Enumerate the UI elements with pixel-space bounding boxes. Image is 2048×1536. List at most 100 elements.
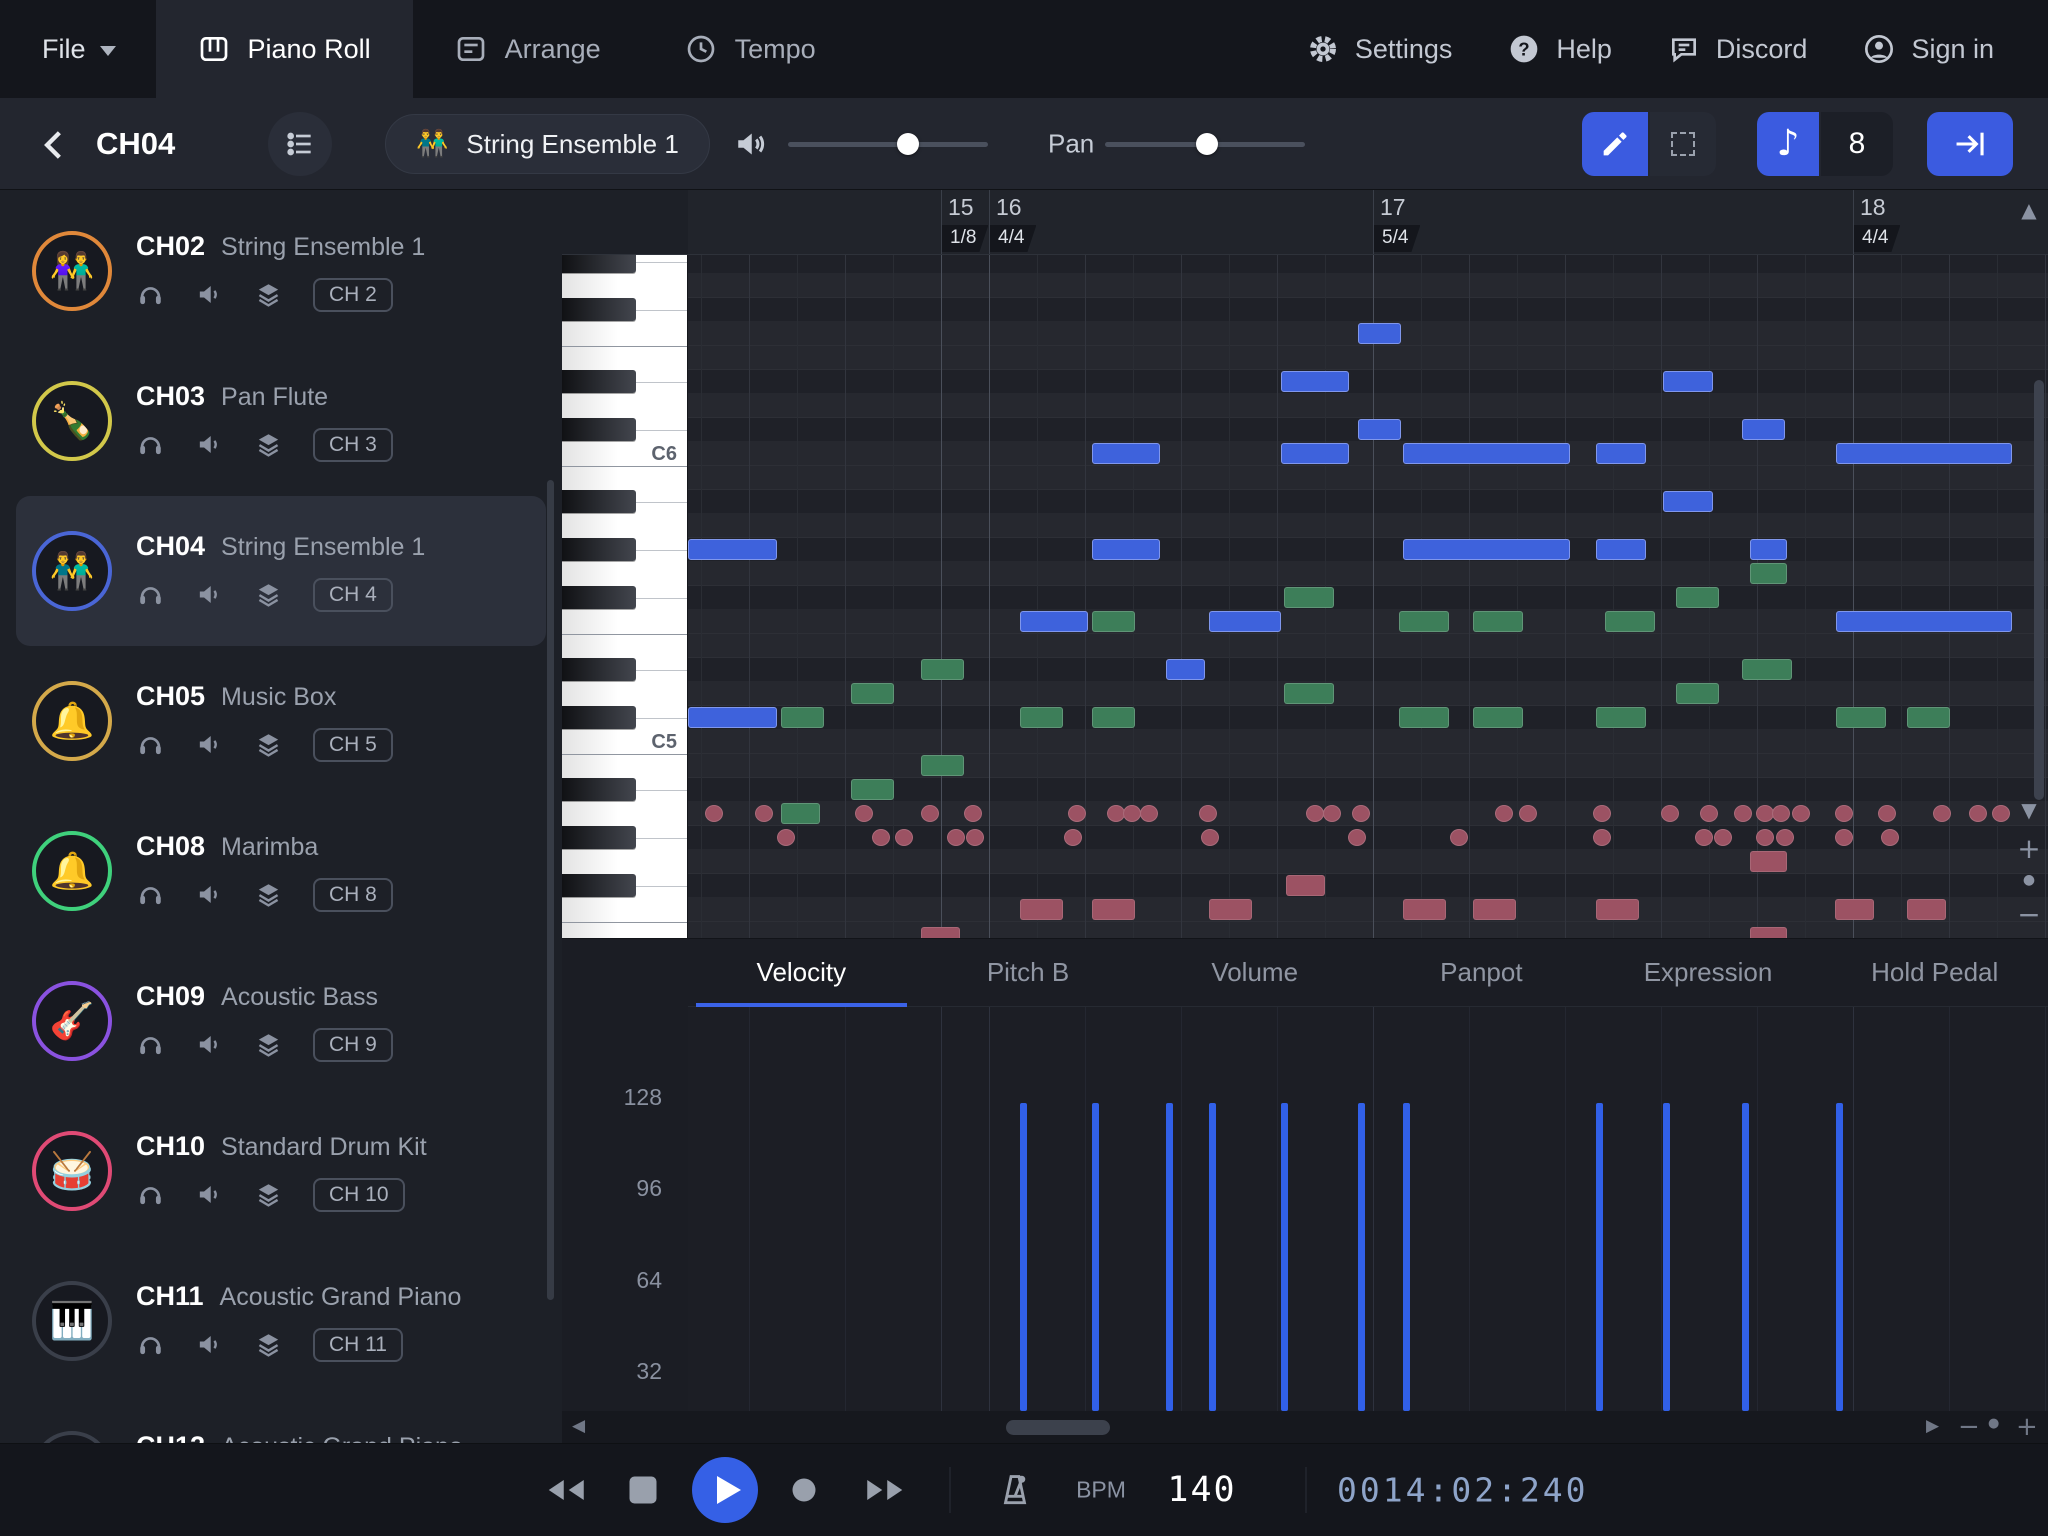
midi-note-ghost-red[interactable]	[1750, 851, 1787, 872]
velocity-bar[interactable]	[1358, 1103, 1365, 1411]
midi-note-ghost-green[interactable]	[1092, 611, 1135, 632]
midi-note-ghost-green[interactable]	[1399, 611, 1449, 632]
midi-note-ghost-green[interactable]	[921, 659, 964, 680]
midi-note-ghost-green[interactable]	[851, 683, 894, 704]
midi-note-selected[interactable]	[1092, 443, 1160, 464]
midi-note-selected[interactable]	[1596, 539, 1646, 560]
velocity-graph[interactable]	[688, 1007, 2048, 1411]
velocity-bar[interactable]	[1092, 1103, 1099, 1411]
midi-note-drum[interactable]	[895, 829, 913, 846]
metronome-icon[interactable]	[996, 1471, 1034, 1509]
timeline-ruler[interactable]: 151/8164/4175/4184/4	[688, 190, 2048, 255]
midi-note-drum[interactable]	[1695, 829, 1713, 846]
scroll-up-button[interactable]: ▲	[2014, 198, 2044, 222]
midi-note-ghost-green[interactable]	[1473, 611, 1523, 632]
midi-note-ghost-red[interactable]	[921, 927, 960, 938]
midi-note-drum[interactable]	[1348, 829, 1366, 846]
nav-tab-piano-roll[interactable]: Piano Roll	[156, 0, 413, 98]
midi-note-ghost-green[interactable]	[1907, 707, 1950, 728]
midi-note-drum[interactable]	[1068, 805, 1086, 822]
midi-note-ghost-green[interactable]	[781, 803, 820, 824]
midi-note-ghost-green[interactable]	[1750, 563, 1787, 584]
midi-note-ghost-red[interactable]	[1020, 899, 1063, 920]
headphones-icon[interactable]	[136, 1330, 165, 1359]
midi-note-selected[interactable]	[1166, 659, 1205, 680]
midi-note-selected[interactable]	[1403, 539, 1570, 560]
midi-note-drum[interactable]	[1756, 829, 1774, 846]
midi-note-drum[interactable]	[1835, 805, 1853, 822]
midi-note-ghost-green[interactable]	[1596, 707, 1646, 728]
track-item-ch02[interactable]: 👫 CH02 String Ensemble 1 CH 2	[16, 196, 546, 346]
speaker-icon[interactable]	[195, 280, 224, 309]
midi-note-drum[interactable]	[1878, 805, 1896, 822]
midi-note-ghost-red[interactable]	[1286, 875, 1325, 896]
midi-note-ghost-red[interactable]	[1907, 899, 1946, 920]
speaker-icon[interactable]	[195, 730, 224, 759]
piano-key-black[interactable]	[562, 490, 636, 513]
horizontal-scrollbar-thumb[interactable]	[1006, 1420, 1110, 1435]
midi-note-selected[interactable]	[1358, 323, 1401, 344]
midi-note-ghost-green[interactable]	[1020, 707, 1063, 728]
zoom-in-vertical-button[interactable]: +	[2014, 832, 2044, 865]
midi-note-selected[interactable]	[1281, 443, 1349, 464]
midi-note-drum[interactable]	[1992, 805, 2010, 822]
scroll-down-button[interactable]: ▼	[2014, 798, 2044, 822]
piano-key-black[interactable]	[562, 658, 636, 681]
midi-note-selected[interactable]	[1092, 539, 1160, 560]
midi-note-drum[interactable]	[1661, 805, 1679, 822]
speaker-icon[interactable]	[195, 1180, 224, 1209]
nav-action-help[interactable]: ? Help	[1480, 0, 1640, 98]
midi-note-selected[interactable]	[1750, 539, 1787, 560]
velocity-bar[interactable]	[1166, 1103, 1173, 1411]
record-button[interactable]	[793, 1479, 816, 1502]
forward-button[interactable]	[863, 1475, 909, 1505]
midi-note-drum[interactable]	[1199, 805, 1217, 822]
midi-note-selected[interactable]	[1742, 419, 1785, 440]
headphones-icon[interactable]	[136, 280, 165, 309]
bpm-value[interactable]: 140	[1167, 1470, 1236, 1510]
zoom-out-horizontal-button[interactable]: −	[1958, 1412, 1980, 1442]
midi-note-drum[interactable]	[777, 829, 795, 846]
midi-note-drum[interactable]	[1933, 805, 1951, 822]
piano-key-black[interactable]	[562, 826, 636, 849]
piano-key-black[interactable]	[562, 778, 636, 801]
zoom-reset-horizontal-button[interactable]: ●	[1988, 1416, 1999, 1431]
sidebar-scrollbar[interactable]	[547, 480, 554, 1300]
zoom-reset-vertical-button[interactable]: ●	[2014, 872, 2044, 888]
scroll-left-button[interactable]: ◀	[572, 1416, 585, 1436]
pan-knob[interactable]	[1196, 133, 1218, 155]
midi-note-drum[interactable]	[1969, 805, 1987, 822]
track-item-ch08[interactable]: 🔔 CH08 Marimba CH 8	[16, 796, 546, 946]
nav-tab-tempo[interactable]: Tempo	[643, 0, 858, 98]
layers-icon[interactable]	[254, 1030, 283, 1059]
midi-note-ghost-red[interactable]	[1092, 899, 1135, 920]
stop-button[interactable]	[630, 1477, 657, 1504]
layers-icon[interactable]	[254, 430, 283, 459]
back-button[interactable]	[34, 124, 76, 166]
layers-icon[interactable]	[254, 730, 283, 759]
headphones-icon[interactable]	[136, 730, 165, 759]
headphones-icon[interactable]	[136, 880, 165, 909]
midi-note-selected[interactable]	[688, 539, 777, 560]
time-signature-badge[interactable]: 4/4	[1854, 225, 1900, 252]
track-item-ch03[interactable]: 🍾 CH03 Pan Flute CH 3	[16, 346, 546, 496]
headphones-icon[interactable]	[136, 430, 165, 459]
piano-keys[interactable]: C6C5	[562, 255, 688, 938]
midi-note-ghost-green[interactable]	[1399, 707, 1449, 728]
midi-note-ghost-green[interactable]	[1676, 587, 1719, 608]
midi-note-drum[interactable]	[1593, 829, 1611, 846]
piano-key-black[interactable]	[562, 874, 636, 897]
midi-note-drum[interactable]	[964, 805, 982, 822]
layers-icon[interactable]	[254, 280, 283, 309]
controls-tab-hold-pedal[interactable]: Hold Pedal	[1821, 939, 2048, 1006]
piano-key-black[interactable]	[562, 706, 636, 729]
midi-note-drum[interactable]	[1772, 805, 1790, 822]
scroll-right-button[interactable]: ▶	[1926, 1416, 1939, 1436]
midi-note-drum[interactable]	[705, 805, 723, 822]
midi-note-drum[interactable]	[1123, 805, 1141, 822]
velocity-bar[interactable]	[1836, 1103, 1843, 1411]
midi-note-drum[interactable]	[1140, 805, 1158, 822]
time-signature-badge[interactable]: 5/4	[1374, 225, 1420, 252]
nav-tab-arrange[interactable]: Arrange	[413, 0, 643, 98]
controls-tab-velocity[interactable]: Velocity	[688, 939, 915, 1006]
